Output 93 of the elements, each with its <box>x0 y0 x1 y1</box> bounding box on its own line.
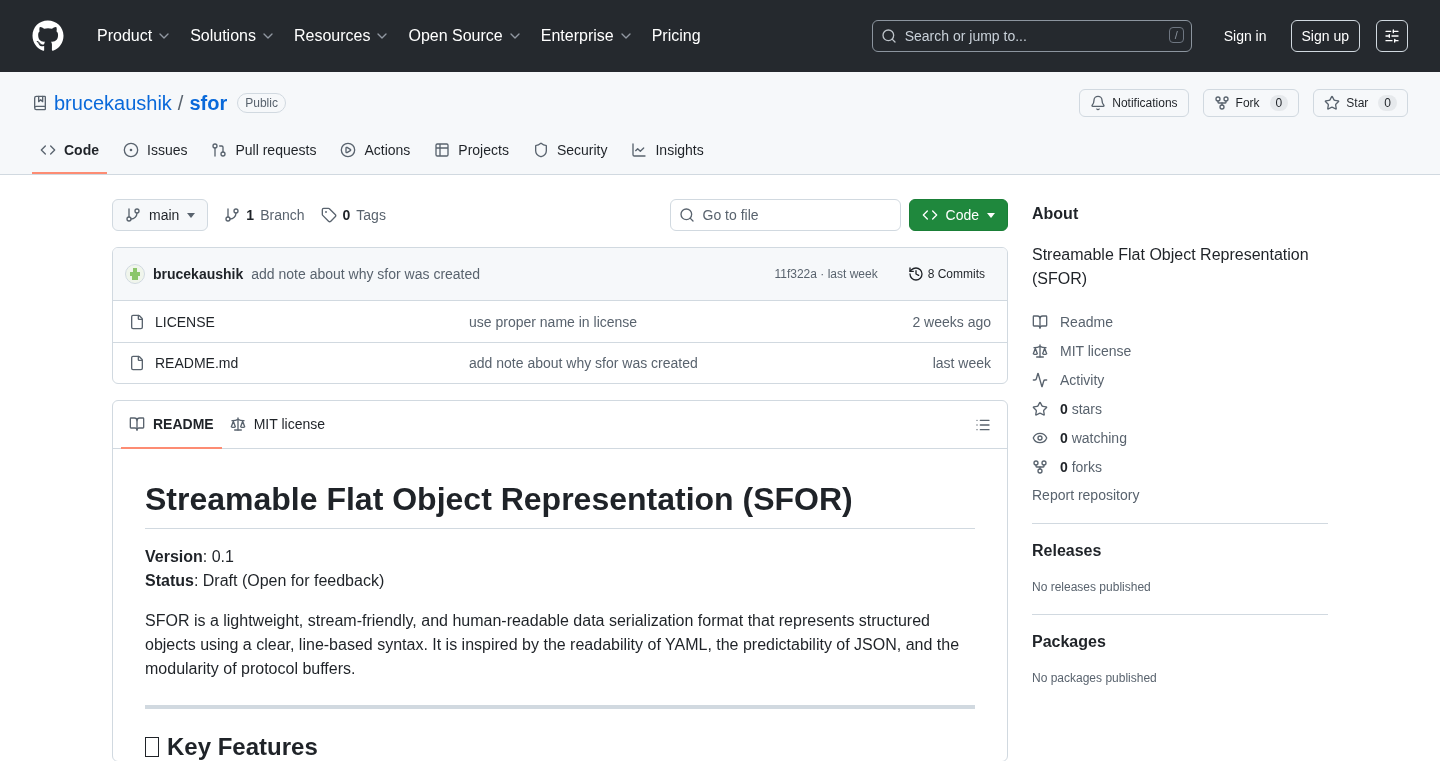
owner-link[interactable]: brucekaushik <box>54 91 172 115</box>
sign-in-link[interactable]: Sign in <box>1215 28 1275 44</box>
sidebar-link[interactable]: 0 watching <box>1032 423 1328 452</box>
readme-paragraph: SFOR is a lightweight, stream-friendly, and human-readable data serialization format that represents structured objects using a clear, line-based syntax. It is inspired by the readability of YAML, the predictability of JSON, and the modularity of protocol buffers. <box>145 611 961 679</box>
sidebar-link[interactable]: MIT license <box>1032 336 1328 365</box>
empty-state-text: No releases published <box>1032 580 1152 594</box>
commits-link[interactable]: 8 Commits <box>901 266 991 282</box>
repo-tab[interactable]: Code <box>32 142 107 174</box>
readme-meta-line: Version: 0.1 <box>145 547 235 567</box>
repo-name-link[interactable]: sfor <box>189 91 228 115</box>
star-icon <box>1032 400 1048 417</box>
report-link[interactable]: Report repository <box>1032 487 1328 503</box>
repo-tab[interactable]: Actions <box>332 142 419 174</box>
tag-icon <box>320 207 337 223</box>
empty-state-text: No packages published <box>1032 671 1158 685</box>
settings-button[interactable] <box>1376 20 1408 52</box>
branch-icon <box>224 207 241 223</box>
bell-icon <box>1090 95 1107 111</box>
shortcut-key: / <box>1168 27 1184 43</box>
book-icon <box>129 416 145 432</box>
graph-icon <box>631 142 648 158</box>
nav-link[interactable]: Solutions <box>181 27 285 45</box>
section-heading: Releases <box>1032 542 1103 560</box>
repo-tab[interactable]: Issues <box>115 142 196 174</box>
search-icon <box>678 207 695 223</box>
code-icon <box>40 142 56 158</box>
readme-meta-line: Status: Draft (Open for feedback) <box>145 571 386 591</box>
avatar-icon <box>125 264 145 284</box>
scale-icon <box>229 416 246 432</box>
play-icon <box>340 142 357 158</box>
file-link[interactable]: README.md <box>129 355 469 371</box>
book-icon <box>1032 313 1048 330</box>
commit-message: add note about why sfor was created <box>251 266 481 282</box>
fork-icon <box>1032 458 1048 475</box>
sidebar-link[interactable]: 0 forks <box>1032 452 1328 481</box>
nav-link[interactable]: Pricing <box>642 27 710 45</box>
sidebar-link[interactable]: 0 stars <box>1032 394 1328 423</box>
file-link[interactable]: LICENSE <box>129 313 469 330</box>
readme-tab[interactable]: README <box>121 401 222 449</box>
fork-button[interactable]: Fork 0 <box>1202 89 1300 117</box>
sidebar-link[interactable]: Activity <box>1032 365 1328 394</box>
scale-icon <box>1032 342 1048 359</box>
nav-link[interactable]: Enterprise <box>531 27 643 45</box>
about-heading: About <box>1032 205 1080 223</box>
missing-glyph-icon <box>145 737 159 757</box>
nav-link[interactable]: Open Source <box>399 27 532 45</box>
readme-title: Streamable Flat Object Representation (SFOR) <box>145 481 975 529</box>
branch-icon <box>125 207 141 223</box>
nav-link[interactable]: Resources <box>284 27 400 45</box>
readme-tab[interactable]: MIT license <box>221 401 333 449</box>
commit-author-link[interactable]: brucekaushik <box>153 266 244 282</box>
star-button[interactable]: Star 0 <box>1313 89 1408 117</box>
branches-link[interactable]: 1 Branch <box>224 207 305 223</box>
caret-icon <box>987 212 995 218</box>
fork-count: 0 <box>1269 95 1289 111</box>
fork-icon <box>1213 95 1230 111</box>
section-heading: Packages <box>1032 633 1107 651</box>
commit-time: 2 weeks ago <box>911 313 991 330</box>
issue-icon <box>123 142 139 158</box>
star-count: 0 <box>1378 95 1397 111</box>
file-icon <box>129 355 145 371</box>
commit-hash-time: 11f322a · last week <box>774 267 878 281</box>
repo-tab[interactable]: Projects <box>426 142 517 174</box>
code-icon <box>921 207 938 223</box>
repo-tab[interactable]: Security <box>524 142 616 174</box>
nav-link[interactable]: Product <box>88 27 182 45</box>
repo-tab[interactable]: Insights <box>623 142 712 174</box>
path-separator: / <box>177 91 184 115</box>
commit-message-link[interactable]: add note about why sfor was created <box>469 355 831 371</box>
section-heading: Key Features <box>167 733 318 761</box>
search-icon <box>880 28 897 44</box>
caret-icon <box>187 212 196 218</box>
file-icon <box>129 313 145 330</box>
tags-link[interactable]: 0 Tags <box>320 207 386 223</box>
shield-icon <box>532 142 549 158</box>
branch-button[interactable]: main <box>112 199 209 231</box>
repo-description: Streamable Flat Object Representation (SFOR) <box>1032 245 1310 289</box>
sidebar-link[interactable]: Readme <box>1032 307 1328 336</box>
sliders-icon <box>1384 28 1400 44</box>
history-icon <box>907 266 924 282</box>
github-logo[interactable] <box>32 20 64 52</box>
table-icon <box>434 142 451 158</box>
notifications-button[interactable]: Notifications <box>1079 89 1189 117</box>
repo-tab[interactable]: Pull requests <box>203 142 325 174</box>
code-button[interactable]: Code <box>908 199 1008 231</box>
repo-icon <box>32 95 48 111</box>
go-to-file-field[interactable]: Go to file <box>669 199 901 231</box>
commit-time: last week <box>931 355 991 371</box>
commit-message-link[interactable]: use proper name in license <box>469 313 831 330</box>
sign-up-button[interactable]: Sign up <box>1290 20 1360 52</box>
star-icon <box>1324 95 1341 111</box>
pulse-icon <box>1032 371 1048 388</box>
pull-request-icon <box>211 142 228 158</box>
